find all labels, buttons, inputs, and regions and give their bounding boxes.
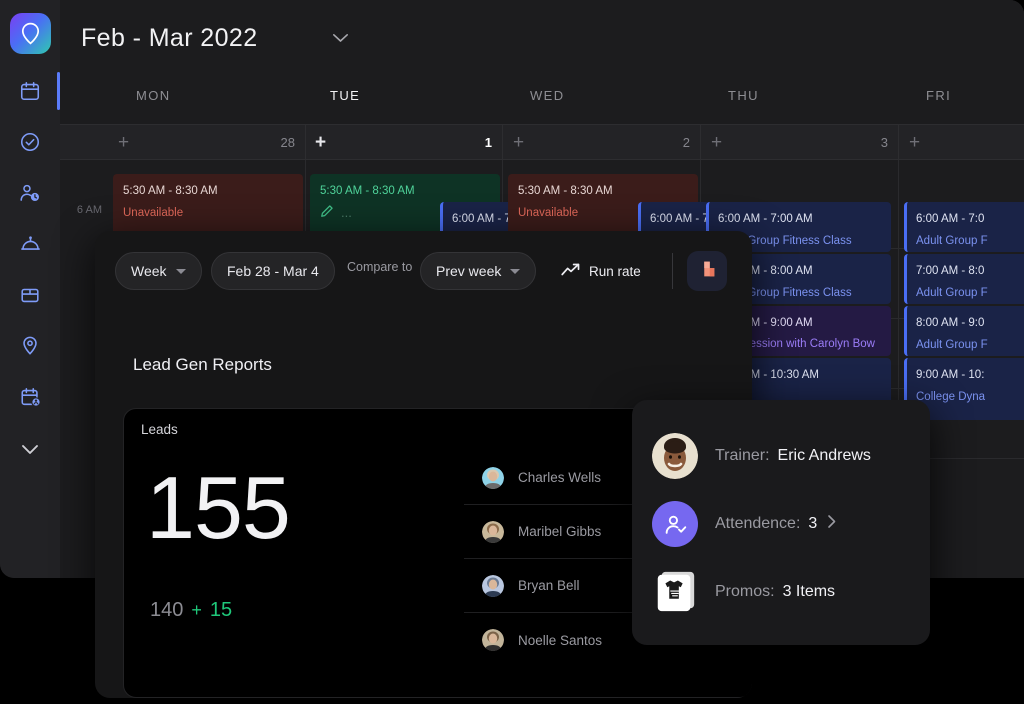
event-time: 6:00 AM - 7:0 [916,211,1024,228]
pencil-icon[interactable] [320,204,334,224]
add-event-button[interactable]: + [711,133,722,152]
event-name: Adult Group F [916,337,1024,354]
date-number: 1 [485,135,492,150]
compare-select-label: Prev week [436,263,501,279]
day-name-tue: TUE [330,88,360,103]
calendar-header: Feb - Mar 2022 [60,0,1024,78]
sidebar [0,0,60,578]
sidebar-item-staff-schedule[interactable] [0,178,60,208]
list-item-label: Bryan Bell [518,578,580,593]
date-header-cell: +28 [108,125,306,159]
sidebar-expand-button[interactable] [0,438,60,460]
event-name: Adult Group F [916,285,1024,302]
reports-toolbar: Week Feb 28 - Mar 4 Compare to Prev week… [95,231,752,311]
chevron-down-icon[interactable] [332,30,349,48]
location-pin-logo-icon[interactable] [10,13,51,54]
day-name-mon: MON [136,88,171,103]
plus-sign: + [191,600,202,621]
reports-title: Lead Gen Reports [133,355,272,375]
add-event-button[interactable]: + [909,133,920,152]
event-detail-popup: Trainer: Eric Andrews Attendence: 3 [632,400,930,645]
event-time: 9:00 AM - 10: [916,367,1024,384]
list-item-label: Maribel Gibbs [518,524,601,539]
calendar-event[interactable]: 8:00 AM - 9:0 Adult Group F [904,306,1024,356]
tshirt-product-icon [652,569,698,615]
calendar-event[interactable]: 7:00 AM - 8:0 Adult Group F [904,254,1024,304]
add-event-button[interactable]: + [513,133,524,152]
cube-icon [696,258,718,285]
sidebar-nav [0,76,60,412]
date-header-cell: +3 [701,125,899,159]
leads-previous-value: 140 [150,599,183,622]
range-select-label: Week [131,263,167,279]
event-name: Unavailable [123,205,295,222]
trainer-label: Trainer: [715,447,770,465]
avatar [482,629,504,651]
event-time: 8:00 AM - 9:0 [916,315,1024,332]
person-check-icon [652,501,698,547]
avatar [482,521,504,543]
range-select[interactable]: Week [115,252,202,290]
attendence-row[interactable]: Attendence: 3 [632,490,930,558]
sidebar-item-locations[interactable] [0,331,60,361]
event-time: 7:00 AM - 8:0 [916,263,1024,280]
sidebar-item-appointments[interactable] [0,382,60,412]
list-item-label: Noelle Santos [518,633,602,648]
promos-label: Promos: [715,583,775,601]
time-label: 6 AM [77,204,102,216]
date-number: 2 [683,135,690,150]
toolbar-divider [672,253,673,289]
event-name: College Dyna [916,389,1024,406]
chevron-right-icon[interactable] [827,514,837,534]
date-header-cell: +1 [305,125,503,159]
trainer-avatar [652,433,698,479]
date-number: 28 [281,135,295,150]
event-time: 5:30 AM - 8:30 AM [518,183,690,200]
cube-icon-button[interactable] [687,251,727,291]
promos-value: 3 Items [783,583,835,601]
run-rate-toggle[interactable]: Run rate [561,263,641,279]
date-header-cell: +2 [503,125,701,159]
chevron-down-icon [176,269,186,274]
date-range-button[interactable]: Feb 28 - Mar 4 [211,252,335,290]
date-number: 3 [881,135,888,150]
compare-select[interactable]: Prev week [420,252,536,290]
list-item-label: Charles Wells [518,470,601,485]
trainer-row: Trainer: Eric Andrews [632,422,930,490]
calendar-day-names: MON TUE WED THU FRI [60,88,1024,124]
calendar-date-row: +28+1+2+3+ [60,124,1024,160]
date-range-label: Feb 28 - Mar 4 [227,263,319,279]
add-event-button[interactable]: + [118,133,129,152]
chevron-down-icon [510,269,520,274]
run-rate-label: Run rate [589,264,641,279]
event-more-button[interactable]: ... [341,204,352,223]
event-time: 5:30 AM - 8:30 AM [123,183,295,200]
attendence-label: Attendence: [715,515,800,533]
date-header-cell: + [899,125,1024,159]
day-name-wed: WED [530,88,565,103]
avatar [482,575,504,597]
day-name-fri: FRI [926,88,951,103]
avatar [482,467,504,489]
attendence-value: 3 [808,515,817,533]
add-event-button[interactable]: + [315,133,326,152]
event-name: Adult Group F [916,233,1024,250]
event-time: 5:30 AM - 8:30 AM [320,183,492,200]
trainer-name: Eric Andrews [778,447,871,465]
day-name-thu: THU [728,88,759,103]
calendar-event[interactable]: 6:00 AM - 7:0 Adult Group F [904,202,1024,252]
trend-up-icon [561,263,580,279]
leads-label: Leads [141,422,178,437]
sidebar-item-calendar[interactable] [0,76,60,106]
sidebar-item-tasks[interactable] [0,127,60,157]
page-title: Feb - Mar 2022 [81,24,258,53]
promos-row[interactable]: Promos: 3 Items [632,558,930,626]
leads-comparison: 140 + 15 [150,599,232,622]
sidebar-item-services[interactable] [0,229,60,259]
compare-to-label: Compare to [347,260,412,274]
event-time: 6:00 AM - 7:00 AM [718,211,883,228]
leads-total-value: 155 [146,464,290,552]
sidebar-item-products[interactable] [0,280,60,310]
leads-delta-value: 15 [210,599,232,622]
